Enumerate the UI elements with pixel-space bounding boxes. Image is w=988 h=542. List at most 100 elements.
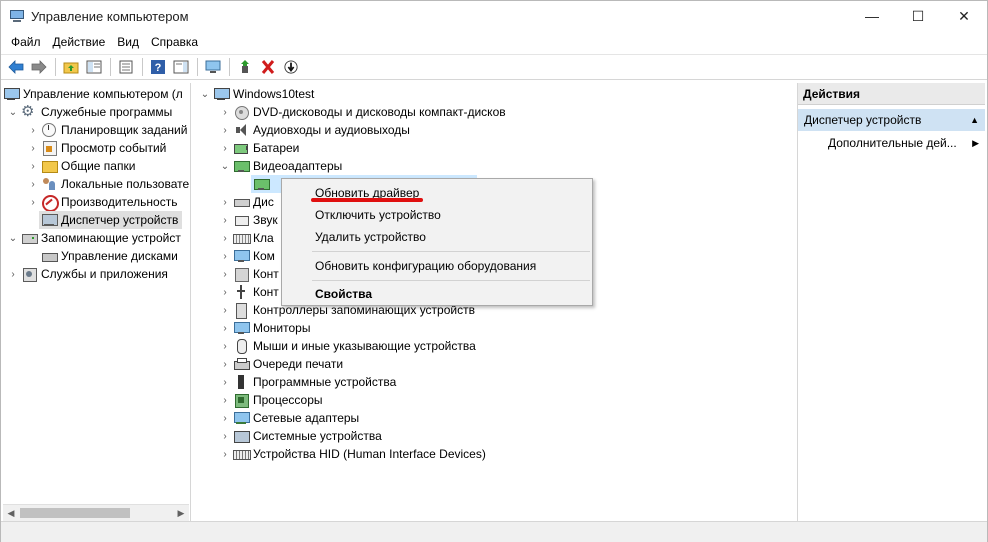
hid-icon — [233, 446, 251, 462]
device-category-sound[interactable]: › Звук — [219, 211, 277, 229]
menu-properties[interactable]: Свойства — [282, 283, 592, 305]
show-action-pane-button[interactable] — [170, 56, 192, 78]
show-hide-tree-button[interactable] — [83, 56, 105, 78]
collapse-chevron-icon[interactable]: ⌄ — [7, 229, 19, 247]
device-category-processors[interactable]: › Процессоры — [219, 391, 323, 409]
computer-icon — [213, 86, 230, 102]
device-category-network-adapters[interactable]: › Сетевые адаптеры — [219, 409, 359, 427]
scroll-left-arrow-icon[interactable]: ◀ — [3, 505, 19, 522]
tree-item-shared-folders[interactable]: › Общие папки — [27, 157, 135, 175]
expand-chevron-icon[interactable]: › — [27, 157, 39, 175]
enable-device-button[interactable] — [280, 56, 302, 78]
device-category-controllers-2[interactable]: › Конт — [219, 283, 279, 301]
tree-item-event-viewer[interactable]: › Просмотр событий — [27, 139, 166, 157]
device-category-hid[interactable]: › Устройства HID (Human Interface Device… — [219, 445, 486, 463]
expand-chevron-icon[interactable]: › — [27, 139, 39, 157]
device-category-keyboards[interactable]: › Кла — [219, 229, 273, 247]
uninstall-device-button[interactable] — [257, 56, 279, 78]
expand-chevron-icon[interactable]: › — [219, 103, 231, 121]
device-tree-root[interactable]: ⌄ Windows10test — [199, 85, 315, 103]
collapse-up-icon[interactable]: ▲ — [970, 115, 979, 125]
up-level-button[interactable] — [60, 56, 82, 78]
expand-chevron-icon[interactable]: › — [219, 319, 231, 337]
menu-view[interactable]: Вид — [111, 35, 145, 49]
device-category-monitors[interactable]: › Мониторы — [219, 319, 310, 337]
tree-item-computer-management[interactable]: Управление компьютером (л — [3, 85, 183, 103]
tree-item-local-users[interactable]: › Локальные пользовате — [27, 175, 189, 193]
device-category-controllers-1[interactable]: › Конт — [219, 265, 279, 283]
tree-item-disk-management[interactable]: Управление дисками — [39, 247, 178, 265]
expand-chevron-icon[interactable]: › — [219, 445, 231, 463]
expand-chevron-icon[interactable]: › — [219, 373, 231, 391]
expand-chevron-icon[interactable]: › — [219, 229, 231, 247]
more-actions-item[interactable]: Дополнительные дей... ▶ — [798, 134, 985, 152]
collapse-chevron-icon[interactable]: ⌄ — [7, 103, 19, 121]
network-adapter-icon — [233, 410, 250, 426]
tree-item-storage[interactable]: ⌄ Запоминающие устройст — [7, 229, 181, 247]
disk-icon — [41, 248, 58, 264]
help-button[interactable]: ? — [147, 56, 169, 78]
expand-chevron-icon[interactable]: › — [27, 193, 39, 211]
scrollbar-thumb[interactable] — [20, 508, 130, 518]
expand-chevron-icon[interactable]: › — [219, 355, 231, 373]
scan-hardware-button[interactable] — [202, 56, 224, 78]
device-category-print-queues[interactable]: › Очереди печати — [219, 355, 343, 373]
device-category-label: Конт — [253, 267, 279, 281]
display-adapter-icon — [233, 158, 250, 174]
expand-chevron-icon[interactable]: › — [219, 265, 231, 283]
device-category-audio-io[interactable]: › Аудиовходы и аудиовыходы — [219, 121, 410, 139]
actions-group-device-manager[interactable]: Диспетчер устройств ▲ — [798, 109, 985, 131]
maximize-button[interactable]: ☐ — [895, 1, 941, 31]
expand-chevron-icon[interactable]: › — [219, 409, 231, 427]
tree-item-label: Служебные программы — [41, 105, 173, 119]
processor-icon — [233, 392, 249, 408]
device-category-mice[interactable]: › Мыши и иные указывающие устройства — [219, 337, 476, 355]
device-category-system-devices[interactable]: › Системные устройства — [219, 427, 382, 445]
shared-folder-icon — [41, 158, 58, 174]
expand-chevron-icon[interactable]: › — [219, 247, 231, 265]
collapse-chevron-icon[interactable]: ⌄ — [219, 157, 231, 175]
device-category-dvd[interactable]: › DVD-дисководы и дисководы компакт-диск… — [219, 103, 506, 121]
tree-item-performance[interactable]: › Производительность — [27, 193, 177, 212]
minimize-button[interactable]: — — [849, 1, 895, 31]
device-category-batteries[interactable]: › Батареи — [219, 139, 299, 157]
tree-item-device-manager[interactable]: Диспетчер устройств — [39, 211, 183, 229]
menu-action[interactable]: Действие — [47, 35, 112, 49]
expand-chevron-icon[interactable]: › — [27, 121, 39, 139]
tree-item-task-scheduler[interactable]: › Планировщик заданий — [27, 121, 187, 139]
expand-chevron-icon[interactable]: › — [219, 301, 231, 319]
expand-chevron-icon[interactable]: › — [219, 121, 231, 139]
toolbar-separator — [197, 58, 198, 76]
toolbar: ? — [1, 54, 987, 80]
horizontal-scrollbar[interactable]: ◀ ▶ — [3, 504, 189, 521]
expand-chevron-icon[interactable]: › — [27, 175, 39, 193]
collapse-chevron-icon[interactable]: ⌄ — [199, 85, 211, 103]
menu-file[interactable]: Файл — [5, 35, 47, 49]
expand-chevron-icon[interactable]: › — [219, 283, 231, 301]
update-driver-toolbar-button[interactable] — [234, 56, 256, 78]
expand-chevron-icon[interactable]: › — [219, 139, 231, 157]
expand-chevron-icon[interactable]: › — [219, 193, 231, 211]
expand-chevron-icon[interactable]: › — [7, 265, 19, 283]
expand-chevron-icon[interactable]: › — [219, 211, 231, 229]
back-button[interactable] — [5, 56, 27, 78]
tree-item-services-apps[interactable]: › Службы и приложения — [7, 265, 168, 283]
forward-button[interactable] — [28, 56, 50, 78]
clock-icon — [41, 122, 57, 138]
menu-scan-hardware-changes[interactable]: Обновить конфигурацию оборудования — [282, 255, 592, 277]
menu-uninstall-device[interactable]: Удалить устройство — [282, 226, 592, 248]
device-category-disk-drives[interactable]: › Дис — [219, 193, 274, 211]
device-category-software-devices[interactable]: › Программные устройства — [219, 373, 396, 391]
close-button[interactable]: ✕ — [941, 1, 987, 31]
properties-button[interactable] — [115, 56, 137, 78]
menu-help[interactable]: Справка — [145, 35, 204, 49]
expand-chevron-icon[interactable]: › — [219, 427, 231, 445]
scroll-right-arrow-icon[interactable]: ▶ — [173, 505, 189, 522]
device-category-display-adapters[interactable]: ⌄ Видеоадаптеры — [219, 157, 342, 175]
expand-chevron-icon[interactable]: › — [219, 391, 231, 409]
tree-item-label: Локальные пользовате — [61, 177, 190, 191]
tree-item-system-tools[interactable]: ⌄ Служебные программы — [7, 102, 173, 121]
device-category-computer[interactable]: › Ком — [219, 247, 275, 265]
menu-disable-device[interactable]: Отключить устройство — [282, 204, 592, 226]
expand-chevron-icon[interactable]: › — [219, 337, 231, 355]
